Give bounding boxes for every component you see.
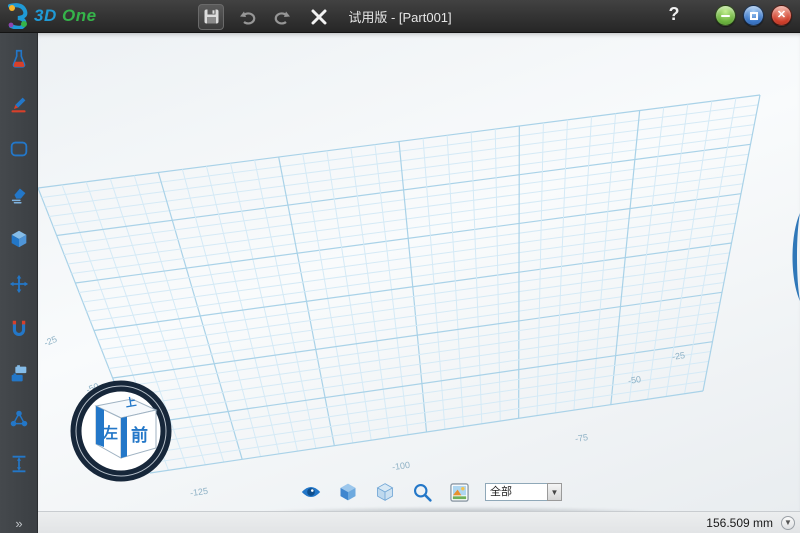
close-document-icon <box>311 9 327 25</box>
window-title: 试用版 - [Part001] <box>348 7 451 26</box>
sketch-plane-tool[interactable] <box>6 136 32 162</box>
sidebar-expand-button[interactable]: » <box>0 516 38 531</box>
shaded-view-button[interactable] <box>337 481 359 503</box>
render-mode-icon <box>450 483 469 502</box>
view-cube-front-label[interactable]: 前 <box>131 425 148 445</box>
statusbar: 156.509 mm ▼ <box>38 511 800 533</box>
move-tool[interactable] <box>6 271 32 297</box>
view-cube[interactable]: 上 左 前 <box>70 380 172 482</box>
close-document-button[interactable] <box>306 4 332 30</box>
save-icon <box>203 8 220 25</box>
share-nodes-icon <box>8 408 30 430</box>
app-logo-text: 3D One <box>34 6 97 26</box>
minimize-icon <box>721 15 730 17</box>
measure-tool[interactable] <box>6 451 32 477</box>
grid-axis-label: -75 <box>574 432 588 444</box>
help-button[interactable]: ? <box>662 4 686 25</box>
render-mode-button[interactable] <box>448 481 470 503</box>
grid-axis-label: -25 <box>671 350 685 362</box>
panel-handle[interactable] <box>787 213 800 301</box>
app-logo: 3D One <box>6 3 97 29</box>
eye-icon <box>300 483 322 501</box>
maximize-icon <box>750 12 758 20</box>
viewport-toolbar: 全部 ▼ <box>300 481 562 503</box>
undo-icon <box>237 8 257 26</box>
grid-axis-label: -50 <box>627 374 641 386</box>
window-controls: ✕ <box>715 5 792 26</box>
statusbar-expand-button[interactable]: ▼ <box>781 516 795 530</box>
viewport-canvas[interactable]: -25-50-75-125-100-75-50-25 上 左 前 <box>38 33 800 511</box>
app-logo-icon <box>6 3 30 29</box>
selection-filter-value[interactable]: 全部 <box>485 483 547 501</box>
flask-icon <box>8 48 30 70</box>
assembly-tool[interactable] <box>6 361 32 387</box>
titlebar: 3D One 试用版 <box>0 0 800 33</box>
move-arrows-icon <box>8 273 30 295</box>
magnifier-icon <box>412 482 433 503</box>
close-button[interactable]: ✕ <box>771 5 792 26</box>
selection-filter-caret[interactable]: ▼ <box>547 483 562 501</box>
save-button[interactable] <box>198 4 224 30</box>
magnet-icon <box>8 318 30 340</box>
minimize-button[interactable] <box>715 5 736 26</box>
solid-cube-tool[interactable] <box>6 226 32 252</box>
view-cube-left-label[interactable]: 左 <box>102 424 118 442</box>
pen-icon <box>8 93 30 115</box>
titlebar-tools <box>198 0 332 33</box>
visibility-button[interactable] <box>300 481 322 503</box>
selection-filter[interactable]: 全部 ▼ <box>485 483 562 501</box>
tool-sidebar: » <box>0 33 38 533</box>
magnet-snap-tool[interactable] <box>6 316 32 342</box>
primitive-shapes-tool[interactable] <box>6 46 32 72</box>
close-icon: ✕ <box>777 10 786 21</box>
measurement-readout: 156.509 mm <box>706 516 773 530</box>
zoom-button[interactable] <box>411 481 433 503</box>
wireframe-cube-icon <box>375 482 395 502</box>
maximize-button[interactable] <box>743 5 764 26</box>
cube-icon <box>8 228 30 250</box>
stacked-blocks-icon <box>8 363 30 385</box>
eraser-icon <box>8 183 30 205</box>
group-share-tool[interactable] <box>6 406 32 432</box>
rounded-square-icon <box>8 138 30 160</box>
shaded-cube-icon <box>338 482 358 502</box>
eraser-tool[interactable] <box>6 181 32 207</box>
sketch-pen-tool[interactable] <box>6 91 32 117</box>
wireframe-view-button[interactable] <box>374 481 396 503</box>
redo-icon <box>273 8 293 26</box>
undo-button[interactable] <box>234 4 260 30</box>
measure-icon <box>8 453 30 475</box>
redo-button[interactable] <box>270 4 296 30</box>
